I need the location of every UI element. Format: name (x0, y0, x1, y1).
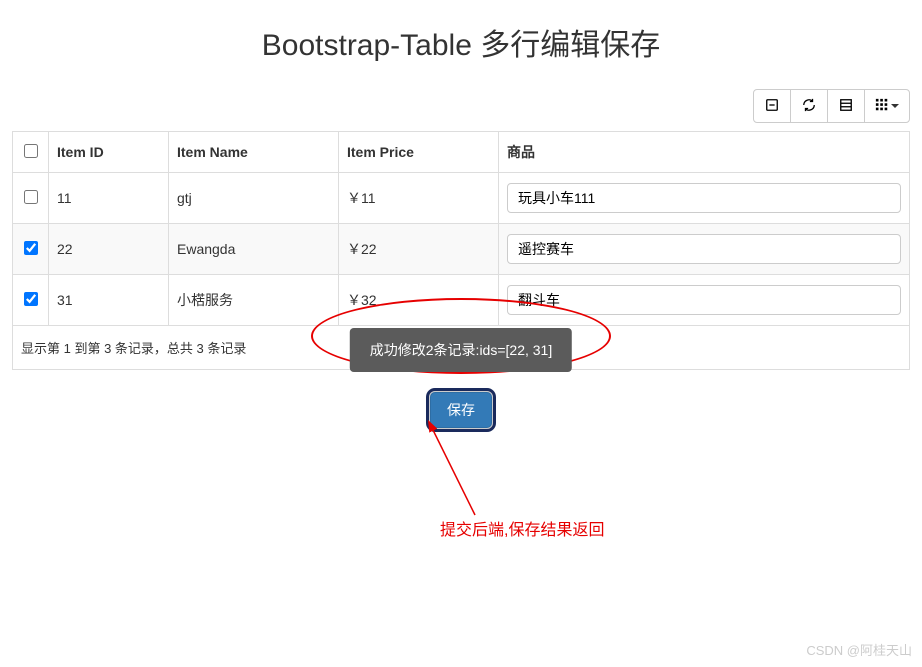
cell-name: 小楛服务 (169, 275, 339, 326)
product-input[interactable] (507, 234, 901, 264)
annotation-arrow (420, 420, 500, 530)
cell-price: ￥22 (339, 224, 499, 275)
chevron-down-icon (891, 104, 899, 108)
product-input[interactable] (507, 183, 901, 213)
refresh-button[interactable] (790, 89, 828, 123)
select-all-checkbox[interactable] (24, 144, 38, 158)
header-name[interactable]: Item Name (169, 132, 339, 173)
refresh-icon (802, 98, 816, 115)
table-row: 22Ewangda￥22 (13, 224, 910, 275)
toast-message: 成功修改2条记录:ids=[22, 31] (350, 328, 572, 372)
header-price[interactable]: Item Price (339, 132, 499, 173)
cell-name: gtj (169, 173, 339, 224)
minus-square-icon (765, 98, 779, 115)
table-toolbar (12, 89, 910, 123)
columns-button[interactable] (864, 89, 910, 123)
grid-icon (875, 98, 889, 115)
row-checkbox[interactable] (24, 292, 38, 306)
row-checkbox[interactable] (24, 190, 38, 204)
cell-id: 31 (49, 275, 169, 326)
cell-id: 11 (49, 173, 169, 224)
toggle-button[interactable] (753, 89, 791, 123)
cell-name: Ewangda (169, 224, 339, 275)
cell-id: 22 (49, 224, 169, 275)
list-icon (839, 98, 853, 115)
row-checkbox[interactable] (24, 241, 38, 255)
table-row: 11gtj￥11 (13, 173, 910, 224)
fullscreen-button[interactable] (827, 89, 865, 123)
header-product[interactable]: 商品 (499, 132, 910, 173)
header-id[interactable]: Item ID (49, 132, 169, 173)
watermark: CSDN @阿桂天山 (806, 640, 912, 659)
cell-price: ￥11 (339, 173, 499, 224)
page-title: Bootstrap-Table 多行编辑保存 (12, 20, 910, 64)
header-row: Item ID Item Name Item Price 商品 (13, 132, 910, 173)
data-table: Item ID Item Name Item Price 商品 11gtj￥11… (12, 131, 910, 326)
